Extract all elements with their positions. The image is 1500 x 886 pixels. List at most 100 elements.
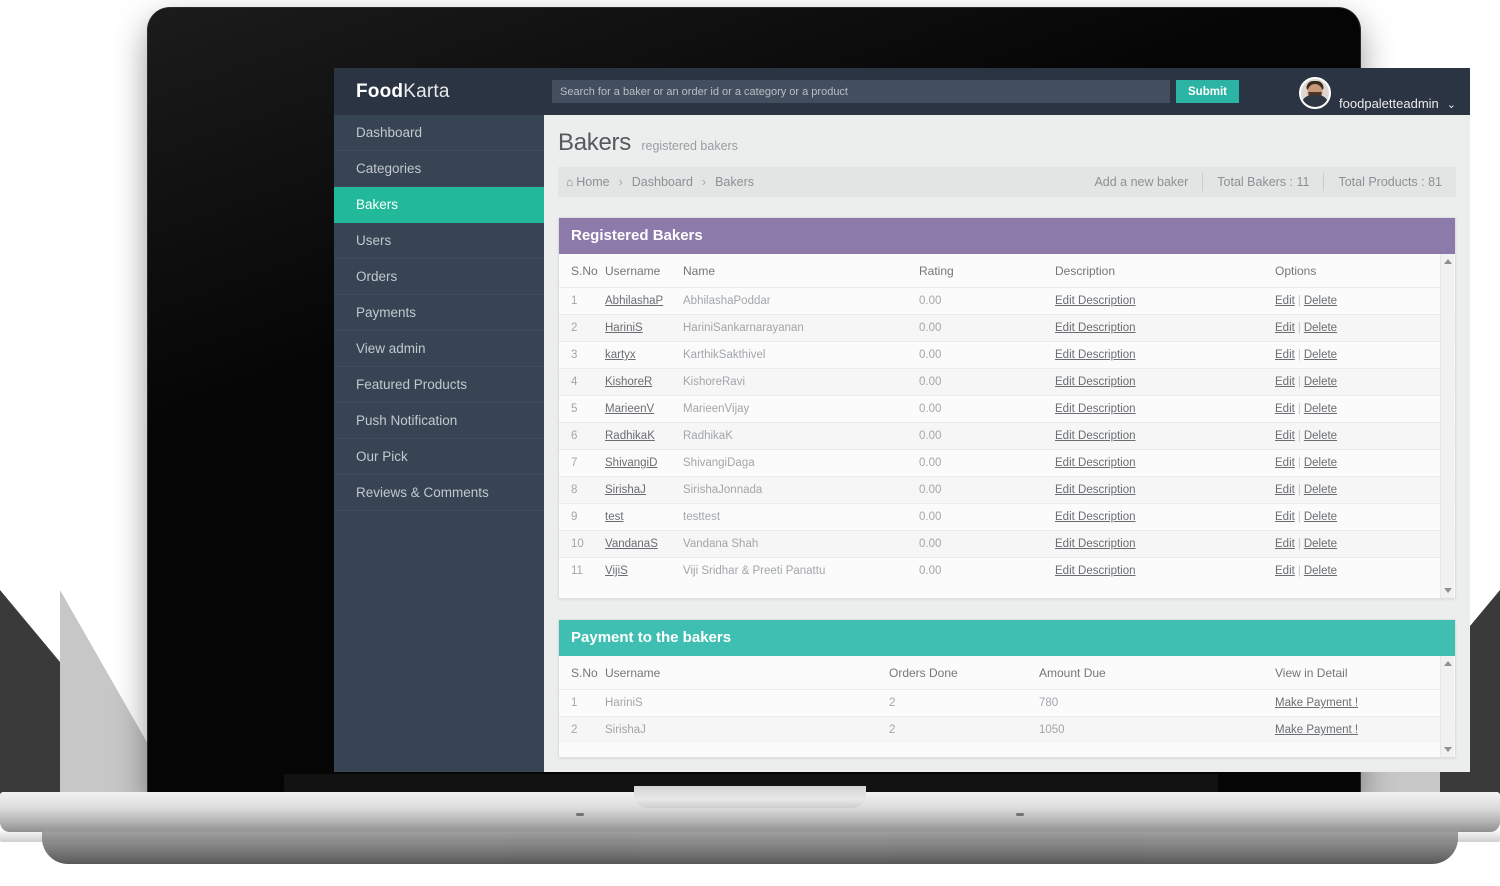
- cell-username: VandanaS: [605, 530, 683, 558]
- baker-username-link[interactable]: AbhilashaP: [605, 295, 663, 307]
- delete-link[interactable]: Delete: [1304, 565, 1337, 577]
- edit-link[interactable]: Edit: [1275, 484, 1295, 496]
- cell-sno: 3: [559, 341, 605, 369]
- sidebar-item-payments[interactable]: Payments: [334, 295, 544, 331]
- make-payment-link[interactable]: Make Payment !: [1275, 697, 1358, 709]
- edit-link[interactable]: Edit: [1275, 430, 1295, 442]
- sidebar-item-categories[interactable]: Categories: [334, 151, 544, 187]
- baker-username-link[interactable]: VandanaS: [605, 538, 658, 550]
- cell-rating: 0.00: [919, 503, 1055, 531]
- edit-link[interactable]: Edit: [1275, 511, 1295, 523]
- search-input[interactable]: [552, 80, 1170, 103]
- edit-description-link[interactable]: Edit Description: [1055, 565, 1136, 577]
- cell-rating: 0.00: [919, 368, 1055, 396]
- sidebar-item-push-notification[interactable]: Push Notification: [334, 403, 544, 439]
- baker-username-link[interactable]: ShivangiD: [605, 457, 657, 469]
- cell-options: Edit | Delete: [1275, 503, 1455, 531]
- scroll-up-icon[interactable]: [1444, 661, 1452, 666]
- cell-sno: 4: [559, 368, 605, 396]
- scroll-down-icon[interactable]: [1444, 747, 1452, 752]
- scroll-down-icon[interactable]: [1444, 588, 1452, 593]
- baker-username-link[interactable]: HariniS: [605, 322, 643, 334]
- breadcrumb-item-dashboard[interactable]: Dashboard: [632, 175, 693, 189]
- browser-screen: FoodKarta Submit foodpaletteadmin ⌄: [334, 68, 1470, 772]
- delete-link[interactable]: Delete: [1304, 376, 1337, 388]
- make-payment-link[interactable]: Make Payment !: [1275, 724, 1358, 736]
- edit-description-link[interactable]: Edit Description: [1055, 349, 1136, 361]
- registered-bakers-panel: Registered Bakers S.No Username Name Rat…: [558, 217, 1456, 599]
- bakers-scrollbar[interactable]: [1440, 254, 1454, 598]
- edit-description-link[interactable]: Edit Description: [1055, 403, 1136, 415]
- delete-link[interactable]: Delete: [1304, 403, 1337, 415]
- edit-link[interactable]: Edit: [1275, 538, 1295, 550]
- breadcrumb-item-bakers[interactable]: Bakers: [715, 175, 754, 189]
- delete-link[interactable]: Delete: [1304, 457, 1337, 469]
- edit-link[interactable]: Edit: [1275, 349, 1295, 361]
- delete-link[interactable]: Delete: [1304, 349, 1337, 361]
- payments-table-head: S.No Username Orders Done Amount Due Vie…: [559, 656, 1455, 690]
- payments-scrollbar[interactable]: [1440, 656, 1454, 757]
- edit-description-link[interactable]: Edit Description: [1055, 295, 1136, 307]
- base-dot-left: [576, 813, 584, 816]
- edit-description-link[interactable]: Edit Description: [1055, 430, 1136, 442]
- baker-username-link[interactable]: RadhikaK: [605, 430, 655, 442]
- delete-link[interactable]: Delete: [1304, 295, 1337, 307]
- cell-name: SirishaJonnada: [683, 476, 919, 504]
- edit-description-link[interactable]: Edit Description: [1055, 538, 1136, 550]
- edit-description-link[interactable]: Edit Description: [1055, 511, 1136, 523]
- edit-description-link[interactable]: Edit Description: [1055, 376, 1136, 388]
- sidebar-item-reviews-comments[interactable]: Reviews & Comments: [334, 475, 544, 511]
- col-p-sno: S.No: [559, 656, 605, 690]
- cell-description: Edit Description: [1055, 422, 1275, 450]
- edit-link[interactable]: Edit: [1275, 457, 1295, 469]
- edit-link[interactable]: Edit: [1275, 376, 1295, 388]
- baker-username-link[interactable]: kartyx: [605, 349, 636, 361]
- delete-link[interactable]: Delete: [1304, 511, 1337, 523]
- delete-link[interactable]: Delete: [1304, 484, 1337, 496]
- cell-options: Edit | Delete: [1275, 368, 1455, 396]
- cell-options: Edit | Delete: [1275, 287, 1455, 315]
- edit-link[interactable]: Edit: [1275, 565, 1295, 577]
- edit-description-link[interactable]: Edit Description: [1055, 457, 1136, 469]
- breadcrumb-stat-0[interactable]: Add a new baker: [1080, 173, 1202, 191]
- cell-name: RadhikaK: [683, 422, 919, 450]
- cell-orders: 2: [889, 689, 1039, 717]
- delete-link[interactable]: Delete: [1304, 430, 1337, 442]
- options-separator: |: [1297, 430, 1301, 442]
- sidebar-item-our-pick[interactable]: Our Pick: [334, 439, 544, 475]
- sidebar-item-bakers[interactable]: Bakers: [334, 187, 544, 223]
- baker-username-link[interactable]: MarieenV: [605, 403, 654, 415]
- top-bar: FoodKarta Submit foodpaletteadmin ⌄: [334, 68, 1470, 115]
- baker-username-link[interactable]: SirishaJ: [605, 484, 646, 496]
- scroll-up-icon[interactable]: [1444, 259, 1452, 264]
- cell-name: testtest: [683, 503, 919, 531]
- sidebar-item-users[interactable]: Users: [334, 223, 544, 259]
- user-menu[interactable]: foodpaletteadmin ⌄: [1299, 68, 1456, 115]
- laptop-notch: [634, 786, 866, 808]
- cell-sno: 1: [559, 689, 605, 717]
- breadcrumb-item-home[interactable]: ⌂ Home: [566, 175, 610, 189]
- cell-rating: 0.00: [919, 530, 1055, 558]
- cell-username: SirishaJ: [605, 476, 683, 504]
- edit-link[interactable]: Edit: [1275, 322, 1295, 334]
- sidebar-item-featured-products[interactable]: Featured Products: [334, 367, 544, 403]
- sidebar-item-dashboard[interactable]: Dashboard: [334, 115, 544, 151]
- baker-username-link[interactable]: KishoreR: [605, 376, 652, 388]
- cell-options: Edit | Delete: [1275, 395, 1455, 423]
- delete-link[interactable]: Delete: [1304, 538, 1337, 550]
- sidebar-item-view-admin[interactable]: View admin: [334, 331, 544, 367]
- edit-link[interactable]: Edit: [1275, 403, 1295, 415]
- edit-description-link[interactable]: Edit Description: [1055, 484, 1136, 496]
- edit-link[interactable]: Edit: [1275, 295, 1295, 307]
- delete-link[interactable]: Delete: [1304, 322, 1337, 334]
- submit-button[interactable]: Submit: [1176, 80, 1239, 103]
- chevron-down-icon[interactable]: ⌄: [1447, 98, 1456, 111]
- cell-description: Edit Description: [1055, 395, 1275, 423]
- cell-rating: 0.00: [919, 422, 1055, 450]
- cell-name: Vandana Shah: [683, 530, 919, 558]
- baker-username-link[interactable]: test: [605, 511, 624, 523]
- brand-logo[interactable]: FoodKarta: [334, 68, 544, 115]
- baker-username-link[interactable]: VijiS: [605, 565, 628, 577]
- edit-description-link[interactable]: Edit Description: [1055, 322, 1136, 334]
- sidebar-item-orders[interactable]: Orders: [334, 259, 544, 295]
